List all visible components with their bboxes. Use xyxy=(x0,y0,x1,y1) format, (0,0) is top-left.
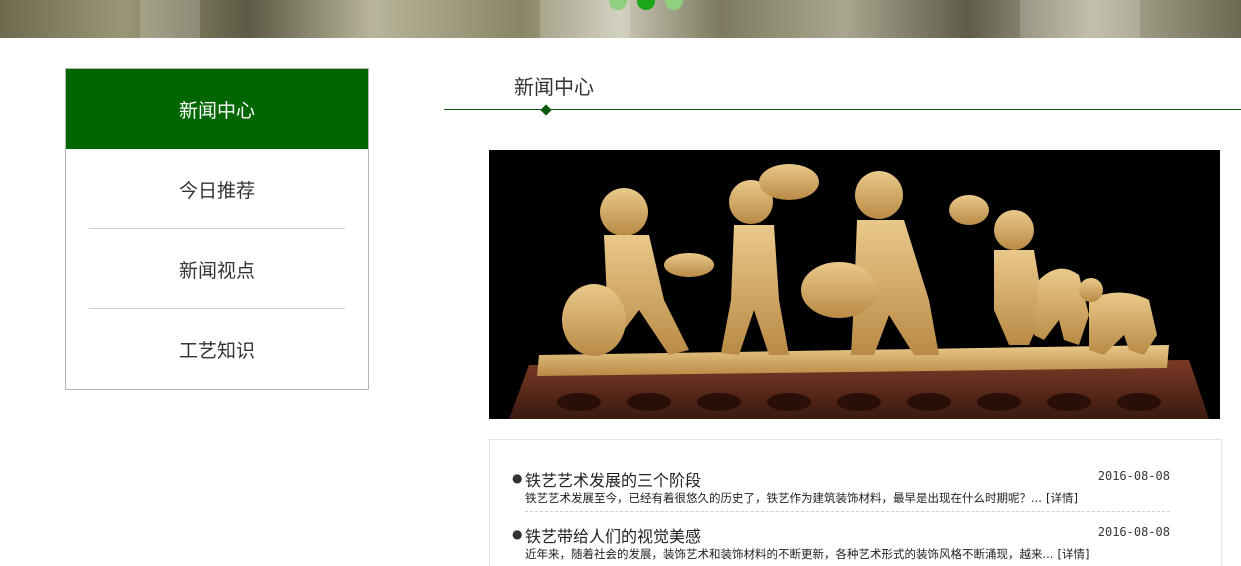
section-title: 新闻中心 xyxy=(514,75,594,99)
slider-dot-2[interactable] xyxy=(637,0,655,10)
section-title-underline xyxy=(444,109,1241,110)
sidebar-item-label: 新闻视点 xyxy=(178,259,255,282)
slider-dot-3[interactable] xyxy=(665,0,683,10)
sidebar-item-news-viewpoint[interactable]: 新闻视点 xyxy=(66,229,368,309)
news-summary: 近年来，随着社会的发展，装饰艺术和装饰材料的不断更新，各种艺术形式的装饰风格不断… xyxy=(525,546,1089,562)
sidebar-item-label: 新闻中心 xyxy=(178,99,255,122)
section-title-diamond-icon xyxy=(540,104,552,116)
news-detail-link[interactable]: [详情] xyxy=(1057,547,1089,561)
news-summary-text: 近年来，随着社会的发展，装饰艺术和装饰材料的不断更新，各种艺术形式的装饰风格不断… xyxy=(525,547,1054,561)
feature-image[interactable] xyxy=(489,150,1220,419)
news-title[interactable]: 铁艺艺术发展的三个阶段 xyxy=(525,467,701,491)
slider-pagination xyxy=(609,0,683,10)
news-divider xyxy=(525,511,1170,512)
news-summary: 铁艺艺术发展至今，已经有着很悠久的历史了，铁艺作为建筑装饰材料，最早是出现在什么… xyxy=(525,490,1078,506)
wood-carving-illustration xyxy=(489,150,1220,419)
sidebar-nav: 新闻中心 今日推荐 新闻视点 工艺知识 xyxy=(65,68,369,390)
sidebar-item-news-center[interactable]: 新闻中心 xyxy=(66,69,368,149)
banner-highlight xyxy=(1020,0,1140,38)
sidebar-item-today-recommend[interactable]: 今日推荐 xyxy=(66,149,368,229)
news-date: 2016-08-08 xyxy=(1097,525,1170,539)
news-detail-link[interactable]: [详情] xyxy=(1046,491,1078,505)
news-date: 2016-08-08 xyxy=(1097,469,1170,483)
sidebar-item-label: 工艺知识 xyxy=(178,339,255,362)
slider-dot-1[interactable] xyxy=(609,0,627,10)
bullet-icon: ● xyxy=(512,527,523,541)
banner-highlight xyxy=(140,0,200,38)
news-list: ● 铁艺艺术发展的三个阶段 2016-08-08 铁艺艺术发展至今，已经有着很悠… xyxy=(489,439,1222,566)
top-banner-image xyxy=(0,0,1241,38)
sidebar-item-label: 今日推荐 xyxy=(178,179,255,202)
news-title[interactable]: 铁艺带给人们的视觉美感 xyxy=(525,523,701,547)
sidebar-item-craft-knowledge[interactable]: 工艺知识 xyxy=(66,309,368,389)
news-summary-text: 铁艺艺术发展至今，已经有着很悠久的历史了，铁艺作为建筑装饰材料，最早是出现在什么… xyxy=(525,491,1042,505)
bullet-icon: ● xyxy=(512,471,523,485)
